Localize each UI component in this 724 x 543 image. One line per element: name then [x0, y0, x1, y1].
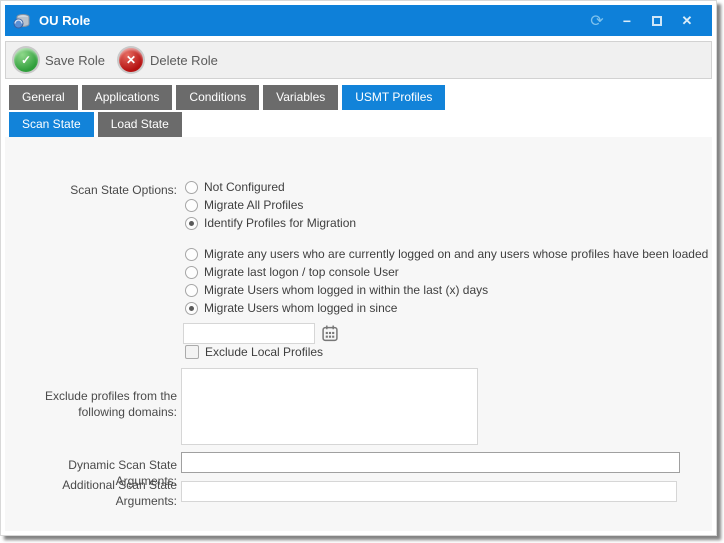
- dynamic-scan-state-arguments-input[interactable]: [181, 452, 680, 473]
- radio-migrate-logged-on-users[interactable]: Migrate any users who are currently logg…: [185, 247, 708, 261]
- exclude-domains-label: Exclude profiles from the following doma…: [5, 388, 177, 420]
- radio-migrate-last-x-days[interactable]: Migrate Users whom logged in within the …: [185, 283, 488, 297]
- scan-state-options-label: Scan State Options:: [5, 182, 177, 198]
- main-tab-bar: General Applications Conditions Variable…: [5, 85, 712, 110]
- additional-scan-state-arguments-input[interactable]: [181, 481, 677, 502]
- ou-role-dialog: OU Role ⟳ − ✕ ✓ Save Role ✕ Delete Role …: [0, 0, 717, 536]
- tab-load-state[interactable]: Load State: [98, 112, 182, 137]
- delete-x-icon: ✕: [119, 48, 143, 72]
- radio-icon: [185, 181, 198, 194]
- radio-migrate-since[interactable]: Migrate Users whom logged in since: [185, 301, 397, 315]
- save-check-icon: ✓: [14, 48, 38, 72]
- additional-args-label: Additional Scan State Arguments:: [5, 477, 177, 509]
- radio-icon: [185, 284, 198, 297]
- radio-migrate-all-profiles[interactable]: Migrate All Profiles: [185, 198, 303, 212]
- tab-scan-state[interactable]: Scan State: [9, 112, 94, 137]
- scan-state-panel: Scan State Options: Not Configured Migra…: [5, 137, 712, 531]
- radio-not-configured[interactable]: Not Configured: [185, 180, 285, 194]
- minimize-icon[interactable]: −: [612, 8, 642, 34]
- tab-usmt-profiles[interactable]: USMT Profiles: [342, 85, 445, 110]
- maximize-icon[interactable]: [642, 8, 672, 34]
- window-title: OU Role: [39, 13, 90, 28]
- save-role-button[interactable]: ✓ Save Role: [14, 48, 105, 72]
- checkbox-icon: [185, 345, 199, 359]
- radio-icon-selected: [185, 302, 198, 315]
- refresh-icon[interactable]: ⟳: [582, 8, 612, 34]
- app-icon: [13, 13, 31, 29]
- radio-icon: [185, 266, 198, 279]
- radio-identify-profiles[interactable]: Identify Profiles for Migration: [185, 216, 356, 230]
- sub-tab-bar: Scan State Load State: [5, 112, 712, 137]
- radio-icon-selected: [185, 217, 198, 230]
- tab-conditions[interactable]: Conditions: [176, 85, 259, 110]
- logged-in-since-date-input[interactable]: [183, 323, 315, 344]
- calendar-icon[interactable]: [321, 325, 339, 342]
- delete-role-label: Delete Role: [150, 53, 218, 68]
- radio-migrate-last-logon[interactable]: Migrate last logon / top console User: [185, 265, 399, 279]
- radio-icon: [185, 248, 198, 261]
- exclude-domains-textarea[interactable]: [181, 368, 478, 445]
- tab-general[interactable]: General: [9, 85, 78, 110]
- toolbar: ✓ Save Role ✕ Delete Role: [5, 41, 712, 79]
- radio-icon: [185, 199, 198, 212]
- exclude-local-profiles-checkbox[interactable]: Exclude Local Profiles: [185, 345, 323, 359]
- title-bar: OU Role ⟳ − ✕: [5, 5, 712, 36]
- delete-role-button[interactable]: ✕ Delete Role: [119, 48, 218, 72]
- tab-applications[interactable]: Applications: [82, 85, 173, 110]
- close-icon[interactable]: ✕: [672, 8, 702, 34]
- save-role-label: Save Role: [45, 53, 105, 68]
- tab-variables[interactable]: Variables: [263, 85, 338, 110]
